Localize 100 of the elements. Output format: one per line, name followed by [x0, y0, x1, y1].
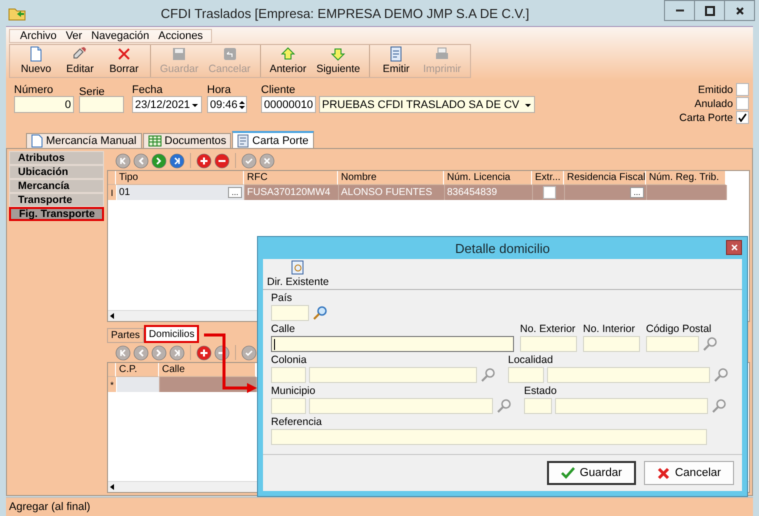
- search-icon: [496, 398, 512, 414]
- number-field[interactable]: 0: [14, 96, 74, 113]
- document-icon: [388, 46, 404, 62]
- field-label: Número: [14, 84, 54, 96]
- window-title: CFDI Traslados [Empresa: EMPRESA DEMO JMP S.A DE C.V.]: [160, 6, 530, 20]
- close-button[interactable]: [726, 240, 742, 255]
- scroll-left-icon: [108, 483, 116, 491]
- checkbox-label: Emitido: [698, 84, 733, 96]
- column-header[interactable]: Residencia Fiscal: [564, 171, 646, 185]
- field-label: Localidad: [508, 354, 554, 367]
- section-item[interactable]: Transporte: [9, 193, 104, 207]
- column-header[interactable]: Núm. Licencia: [444, 171, 532, 185]
- printer-icon: [434, 46, 450, 62]
- column-header[interactable]: Calle: [159, 363, 256, 377]
- document-icon: [28, 46, 44, 62]
- column-header[interactable]: Núm. Reg. Trib.: [646, 171, 726, 185]
- arrow-down-icon: [330, 46, 346, 62]
- field-label: Fecha: [132, 84, 164, 96]
- existing-address-button[interactable]: Dir. Existente: [265, 259, 331, 289]
- column-header[interactable]: Tipo: [116, 171, 244, 185]
- cancel-button[interactable]: Cancelar: [644, 461, 734, 485]
- field-label: Calle: [271, 323, 296, 336]
- add-icon[interactable]: [196, 152, 212, 168]
- menu-item[interactable]: Archivo: [20, 30, 57, 42]
- arrow-up-icon: [280, 46, 296, 62]
- checkbox[interactable]: [736, 83, 749, 96]
- date-picker[interactable]: 23/12/2021: [132, 96, 202, 113]
- field-label: Municipio: [271, 385, 316, 398]
- search-icon: [312, 305, 328, 321]
- ellipsis-button[interactable]: ...: [630, 187, 644, 198]
- last-record-icon[interactable]: [169, 152, 185, 168]
- column-header[interactable]: Nombre: [338, 171, 444, 185]
- field-label: No. Exterior: [520, 323, 576, 336]
- client-combo[interactable]: PRUEBAS CFDI TRASLADO SA DE CV: [319, 96, 535, 113]
- tab[interactable]: Partes: [107, 328, 144, 343]
- toolbar-button[interactable]: Editar: [58, 45, 102, 77]
- maximize-icon: [704, 6, 714, 16]
- spinner-icon: [238, 98, 246, 110]
- tab[interactable]: Documentos: [142, 133, 232, 148]
- input-field[interactable]: [271, 336, 514, 352]
- close-icon: [656, 466, 670, 480]
- search-icon: [480, 367, 496, 383]
- column-header[interactable]: RFC: [244, 171, 338, 185]
- checkbox-label: Anulado: [694, 98, 733, 110]
- field-label: Cliente: [261, 84, 296, 96]
- ellipsis-button[interactable]: ...: [228, 187, 242, 198]
- time-spinner[interactable]: 09:46: [207, 96, 247, 113]
- table-cell: ALONSO FUENTES: [339, 185, 445, 200]
- tab[interactable]: Domicilios: [144, 325, 200, 343]
- remove-icon[interactable]: [214, 152, 230, 168]
- section-item[interactable]: Atributos: [9, 151, 104, 165]
- toolbar-button[interactable]: Anterior: [264, 45, 312, 77]
- save-button[interactable]: Guardar: [546, 461, 636, 485]
- search-icon: [702, 336, 718, 352]
- delete-icon: [116, 46, 132, 62]
- next-icon[interactable]: [151, 152, 167, 168]
- menu-item[interactable]: Navegación: [91, 30, 150, 42]
- checkbox[interactable]: [736, 111, 749, 124]
- section-item[interactable]: Mercancía: [9, 179, 104, 193]
- checkbox[interactable]: [736, 97, 749, 110]
- dialog-title: Detalle domicilio: [455, 240, 550, 256]
- client-code-field[interactable]: 00000010: [261, 96, 316, 113]
- add-icon[interactable]: [196, 344, 212, 360]
- close-icon: [730, 244, 738, 251]
- series-field[interactable]: [79, 96, 124, 113]
- scroll-left-icon: [108, 312, 116, 320]
- field-label: Estado: [524, 385, 558, 398]
- toolbar-button[interactable]: Borrar: [102, 45, 146, 77]
- section-item[interactable]: Fig. Transporte: [9, 207, 104, 221]
- minimize-icon: [674, 9, 684, 12]
- tab[interactable]: Carta Porte: [232, 131, 314, 148]
- close-icon: [734, 6, 744, 16]
- check-icon: [738, 113, 747, 122]
- column-header[interactable]: Extr...: [532, 171, 564, 185]
- row-indicator: I: [108, 185, 117, 200]
- column-header[interactable]: C.P.: [116, 363, 159, 377]
- menu-item[interactable]: Acciones: [158, 30, 203, 42]
- pointer-arrow: [204, 334, 257, 393]
- toolbar-button[interactable]: Siguiente: [311, 45, 366, 77]
- checkbox[interactable]: [543, 186, 556, 199]
- tab[interactable]: Mercancía Manual: [26, 133, 142, 148]
- table-cell: 836454839: [445, 185, 533, 200]
- checkmark-icon: [560, 467, 575, 479]
- field-label: País: [271, 292, 294, 305]
- toolbar-button[interactable]: Emitir: [374, 45, 418, 77]
- form-icon: [237, 134, 250, 148]
- menu-item[interactable]: Ver: [66, 30, 82, 42]
- table-icon: [148, 135, 162, 147]
- checkbox-label: Carta Porte: [679, 112, 733, 124]
- table-cell: FUSA370120MW4: [245, 185, 339, 200]
- table-cell: [117, 377, 160, 392]
- save-icon: [171, 46, 188, 62]
- document-icon: [31, 134, 43, 148]
- section-item[interactable]: Ubicación: [9, 165, 104, 179]
- toolbar-button[interactable]: Nuevo: [14, 45, 58, 77]
- field-label: Colonia: [271, 354, 308, 367]
- field-label: Serie: [79, 86, 106, 98]
- status-bar: Agregar (al final): [6, 497, 753, 516]
- field-label: No. Interior: [583, 323, 636, 336]
- search-icon: [711, 398, 727, 414]
